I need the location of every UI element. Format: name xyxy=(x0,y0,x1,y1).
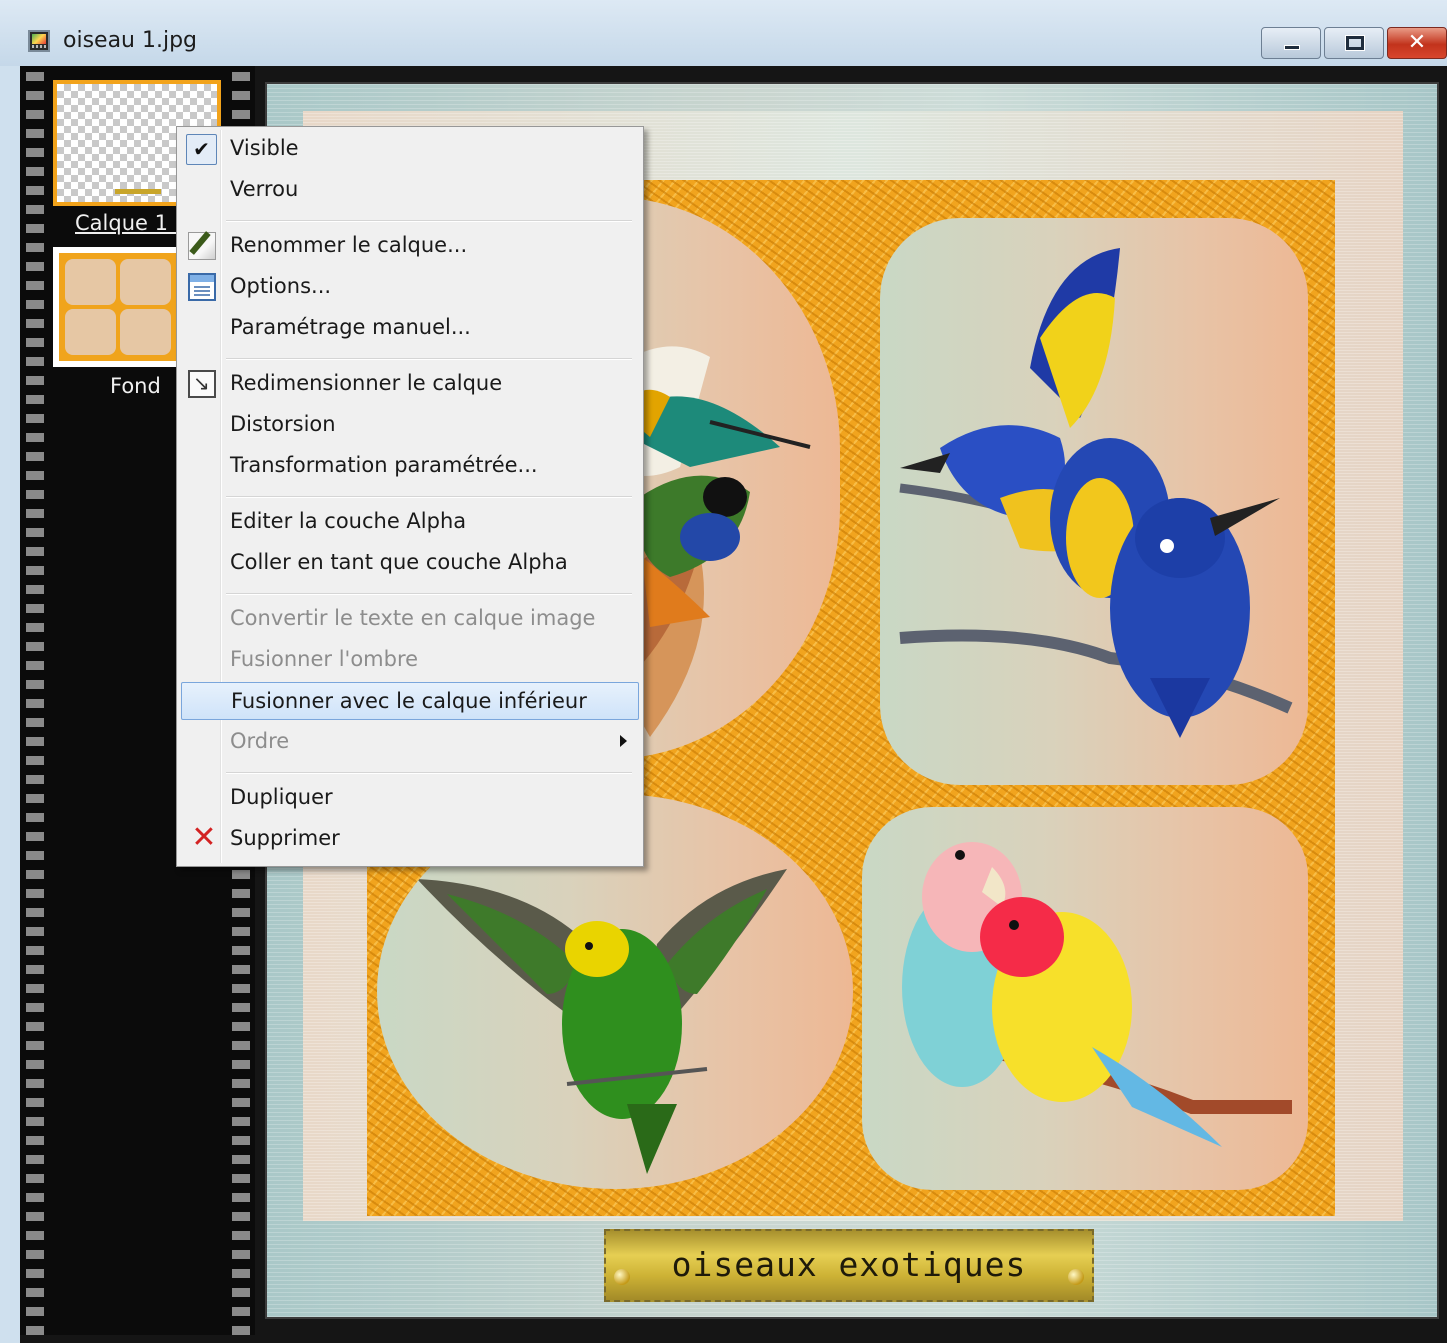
window-title: oiseau 1.jpg xyxy=(63,28,198,53)
menu-item-visible[interactable]: ✔ Visible xyxy=(181,130,639,168)
menu-item-options[interactable]: Options... xyxy=(181,268,639,306)
layer-thumbnail-fond[interactable] xyxy=(53,247,183,367)
menu-item-label: Dupliquer xyxy=(230,785,333,809)
resize-icon xyxy=(188,370,216,398)
layer-thumbnail-content xyxy=(59,253,177,361)
menu-item-label: Distorsion xyxy=(230,412,336,436)
menu-separator xyxy=(226,220,632,221)
rename-icon xyxy=(188,232,216,260)
check-icon: ✔ xyxy=(186,134,217,165)
menu-item-label: Visible xyxy=(230,136,299,160)
menu-item-resize-layer[interactable]: Redimensionner le calque xyxy=(181,365,639,403)
menu-item-label: Fusionner avec le calque inférieur xyxy=(231,689,587,713)
menu-item-duplicate[interactable]: Dupliquer xyxy=(181,779,639,817)
layer-context-menu: ✔ Visible Verrou Renommer le calque... O… xyxy=(176,126,644,867)
menu-item-label: Paramétrage manuel... xyxy=(230,315,471,339)
menu-item-order: Ordre xyxy=(181,723,639,761)
thumbnail-cell xyxy=(120,309,171,355)
rivet-icon xyxy=(1068,1269,1084,1285)
image-document-icon xyxy=(28,30,50,52)
menu-item-lock[interactable]: Verrou xyxy=(181,171,639,209)
menu-item-merge-shadow: Fusionner l'ombre xyxy=(181,641,639,679)
menu-item-label: Renommer le calque... xyxy=(230,233,468,257)
menu-item-label: Redimensionner le calque xyxy=(230,371,503,395)
menu-item-distortion[interactable]: Distorsion xyxy=(181,406,639,444)
layer-name-calque1[interactable]: Calque 1 ( xyxy=(75,211,183,235)
lovebirds-image xyxy=(902,842,1292,1147)
filmstrip-perforation xyxy=(26,66,44,1335)
maximize-icon xyxy=(1346,36,1364,50)
menu-item-parametric-transform[interactable]: Transformation paramétrée... xyxy=(181,447,639,485)
menu-item-paste-as-alpha[interactable]: Coller en tant que couche Alpha xyxy=(181,544,639,582)
menu-item-label: Verrou xyxy=(230,177,299,201)
close-button[interactable]: ✕ xyxy=(1387,27,1447,59)
menu-item-label: Convertir le texte en calque image xyxy=(230,606,596,630)
menu-item-convert-text: Convertir le texte en calque image xyxy=(181,600,639,638)
menu-item-label: Options... xyxy=(230,274,332,298)
thumbnail-cell xyxy=(65,259,116,305)
menu-item-merge-down[interactable]: Fusionner avec le calque inférieur xyxy=(181,682,639,720)
minimize-button[interactable] xyxy=(1261,27,1321,59)
kingfishers-image xyxy=(899,248,1293,738)
minimize-icon xyxy=(1284,45,1300,50)
layer-thumbnail-content xyxy=(115,189,161,194)
menu-item-label: Transformation paramétrée... xyxy=(230,453,538,477)
menu-item-label: Editer la couche Alpha xyxy=(230,509,467,533)
menu-item-rename[interactable]: Renommer le calque... xyxy=(181,227,639,265)
menu-separator xyxy=(226,772,632,773)
menu-item-delete[interactable]: ✕ Supprimer xyxy=(181,820,639,858)
photo-frame-lovebirds xyxy=(862,807,1308,1190)
plaque-text: oiseaux exotiques xyxy=(671,1245,1027,1284)
submenu-arrow-icon xyxy=(620,735,627,747)
menu-item-label: Supprimer xyxy=(230,826,340,850)
menu-separator xyxy=(226,358,632,359)
thumbnail-cell xyxy=(120,259,171,305)
title-plaque: oiseaux exotiques xyxy=(604,1229,1094,1302)
delete-icon: ✕ xyxy=(191,820,217,855)
menu-item-label: Ordre xyxy=(230,729,290,753)
layer-name-fond[interactable]: Fond xyxy=(110,374,161,398)
menu-item-label: Fusionner l'ombre xyxy=(230,647,419,671)
title-bar[interactable]: oiseau 1.jpg ✕ xyxy=(0,0,1447,66)
menu-item-manual-settings[interactable]: Paramétrage manuel... xyxy=(181,309,639,347)
photo-frame-kingfishers xyxy=(880,218,1308,785)
menu-separator xyxy=(226,593,632,594)
menu-item-label: Coller en tant que couche Alpha xyxy=(230,550,568,574)
maximize-button[interactable] xyxy=(1324,27,1384,59)
close-icon: ✕ xyxy=(1407,30,1427,55)
rivet-icon xyxy=(614,1269,630,1285)
thumbnail-cell xyxy=(65,309,116,355)
options-icon xyxy=(188,273,216,301)
menu-item-edit-alpha[interactable]: Editer la couche Alpha xyxy=(181,503,639,541)
menu-separator xyxy=(226,496,632,497)
